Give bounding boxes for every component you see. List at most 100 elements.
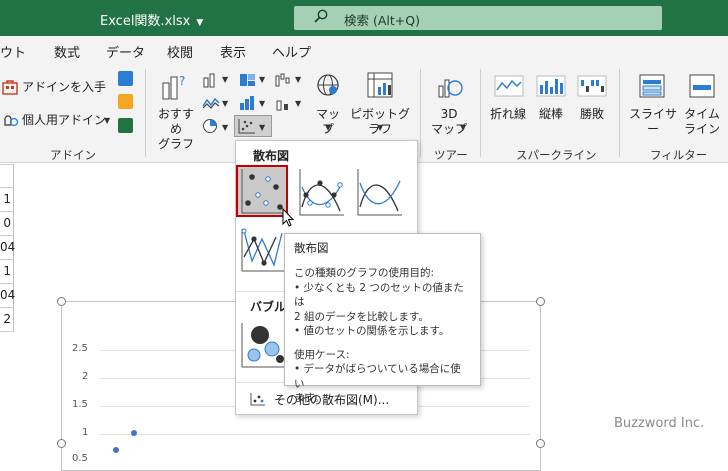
tooltip-line: • 少なくとも 2 つのセットの値または bbox=[294, 281, 464, 309]
recommended-charts-icon: ? bbox=[162, 74, 185, 100]
resize-handle[interactable] bbox=[536, 297, 545, 306]
statistic-chart-icon[interactable] bbox=[239, 95, 257, 111]
chevron-down-icon[interactable]: ▼ bbox=[259, 99, 265, 108]
line-chart-icon[interactable] bbox=[202, 96, 220, 110]
timeline-button[interactable]: タイム ライン bbox=[683, 107, 721, 137]
waterfall-chart-icon[interactable] bbox=[275, 72, 293, 88]
bing-icon[interactable] bbox=[118, 94, 133, 109]
group-label-sparkline: スパークライン bbox=[516, 148, 597, 162]
divider bbox=[619, 69, 620, 157]
ribbon-tabs: ウト 数式 データ 校閲 表示 ヘルプ bbox=[0, 36, 728, 63]
3d-map-button[interactable]: 3D マップ bbox=[424, 107, 474, 137]
chevron-down-icon[interactable]: ▼ bbox=[104, 116, 110, 125]
scatter-smooth-lines-option[interactable] bbox=[354, 167, 406, 219]
chevron-down-icon[interactable]: ▼ bbox=[222, 123, 228, 132]
resize-handle[interactable] bbox=[536, 439, 545, 448]
cell-column: 1 0 04 1 04 2 bbox=[0, 164, 15, 460]
pie-chart-icon[interactable] bbox=[202, 118, 218, 134]
tooltip-line: この種類のグラフの使用目的: bbox=[294, 267, 435, 279]
tab-review[interactable]: 校閲 bbox=[167, 42, 193, 61]
tooltip-title: 散布図 bbox=[294, 241, 329, 255]
chevron-down-icon[interactable]: ▼ bbox=[222, 99, 228, 108]
tooltip-line: • データがばらついている場合に使い bbox=[294, 363, 461, 390]
pivot-chart-button[interactable]: ピボットグラフ bbox=[347, 107, 413, 137]
watermark: Buzzword Inc. bbox=[614, 416, 705, 431]
my-addins-button[interactable]: 個人用アドイン bbox=[22, 113, 106, 128]
group-label-tour: ツアー bbox=[434, 148, 468, 162]
recommended-line2: グラフ bbox=[157, 137, 194, 151]
timeline-icon bbox=[689, 74, 715, 98]
more-scatter-icon bbox=[250, 393, 265, 406]
scatter-smooth-markers-icon bbox=[299, 169, 344, 216]
combo-chart-icon[interactable] bbox=[275, 95, 293, 111]
recommended-charts-button[interactable]: おすすめ グラフ bbox=[154, 107, 198, 152]
bubble-chart-icon bbox=[241, 323, 286, 368]
scatter-straight-markers-icon bbox=[241, 228, 284, 272]
tooltip: 散布図 この種類のグラフの使用目的: • 少なくとも 2 つのセットの値または … bbox=[284, 233, 481, 404]
table-cell[interactable]: 04 bbox=[0, 284, 15, 308]
my-addins-icon bbox=[4, 115, 19, 127]
sparkline-line-icon bbox=[494, 75, 524, 97]
gridline bbox=[100, 434, 530, 435]
sparkline-column-button[interactable]: 縦棒 bbox=[533, 107, 569, 122]
visio-icon[interactable] bbox=[118, 71, 133, 86]
people-graph-icon[interactable] bbox=[118, 118, 133, 133]
chevron-down-icon[interactable]: ▼ bbox=[295, 75, 301, 84]
y-tick-label: 2.5 bbox=[72, 343, 88, 354]
table-cell[interactable]: 1 bbox=[0, 260, 14, 284]
divider bbox=[480, 69, 481, 157]
tab-help[interactable]: ヘルプ bbox=[272, 42, 311, 61]
search-box[interactable]: 検索 (Alt+Q) bbox=[294, 6, 662, 30]
tooltip-line: ます。 bbox=[294, 392, 325, 404]
globe-icon bbox=[317, 74, 339, 96]
map-chart-button[interactable]: マップ bbox=[313, 107, 343, 137]
table-cell[interactable]: 2 bbox=[0, 308, 14, 332]
3d-map-icon bbox=[438, 79, 463, 98]
chevron-down-icon: ▼ bbox=[259, 123, 266, 132]
section-header-bubble: バブル bbox=[250, 300, 287, 314]
table-cell[interactable]: 04 bbox=[0, 236, 15, 260]
chevron-down-icon[interactable]: ▼ bbox=[377, 123, 383, 132]
scatter-markers-icon bbox=[241, 169, 284, 214]
resize-handle[interactable] bbox=[57, 439, 66, 448]
tab-formulas[interactable]: 数式 bbox=[54, 42, 80, 61]
get-addins-button[interactable]: アドインを入手 bbox=[22, 80, 106, 95]
pivot-chart-icon bbox=[367, 72, 393, 98]
divider bbox=[420, 69, 421, 157]
group-label-addins: アドイン bbox=[50, 148, 96, 162]
chevron-down-icon[interactable]: ▼ bbox=[325, 123, 331, 132]
chevron-down-icon[interactable]: ▼ bbox=[295, 99, 301, 108]
timeline-line2: ライン bbox=[683, 122, 720, 136]
table-cell[interactable]: 1 bbox=[0, 188, 14, 212]
column-chart-icon[interactable] bbox=[202, 72, 220, 88]
store-icon bbox=[2, 80, 18, 95]
tab-data[interactable]: データ bbox=[106, 42, 145, 61]
table-cell[interactable] bbox=[0, 164, 14, 188]
chevron-down-icon[interactable]: ▼ bbox=[460, 123, 466, 132]
file-name-text: Excel関数.xlsx bbox=[100, 14, 191, 29]
search-placeholder: 検索 (Alt+Q) bbox=[344, 13, 420, 28]
sparkline-line-button[interactable]: 折れ線 bbox=[487, 107, 529, 122]
cursor-icon bbox=[282, 208, 295, 227]
scatter-smooth-lines-markers-option[interactable] bbox=[296, 167, 348, 219]
sparkline-winloss-button[interactable]: 勝敗 bbox=[574, 107, 610, 122]
tooltip-usecase-title: 使用ケース: bbox=[294, 348, 350, 361]
tooltip-line: • 値のセットの関係を示します。 bbox=[294, 325, 450, 337]
slicer-icon bbox=[639, 74, 665, 98]
3d-map-line1: 3D bbox=[440, 107, 458, 121]
file-name[interactable]: Excel関数.xlsx ▼ bbox=[100, 10, 203, 29]
chevron-down-icon[interactable]: ▼ bbox=[259, 75, 265, 84]
tab-layout[interactable]: ウト bbox=[0, 42, 26, 61]
section-header-scatter: 散布図 bbox=[253, 149, 290, 163]
y-tick-label: 1.5 bbox=[72, 399, 88, 410]
svg-text:?: ? bbox=[179, 74, 185, 88]
resize-handle[interactable] bbox=[57, 297, 66, 306]
slicer-button[interactable]: スライサー bbox=[627, 107, 679, 137]
y-tick-label: 0.5 bbox=[72, 453, 88, 464]
table-cell[interactable]: 0 bbox=[0, 212, 14, 236]
tab-view[interactable]: 表示 bbox=[220, 42, 246, 61]
sparkline-column-icon bbox=[536, 75, 566, 97]
hierarchy-chart-icon[interactable] bbox=[239, 72, 257, 88]
chevron-down-icon[interactable]: ▼ bbox=[222, 75, 228, 84]
group-label-filter: フィルター bbox=[650, 148, 708, 162]
